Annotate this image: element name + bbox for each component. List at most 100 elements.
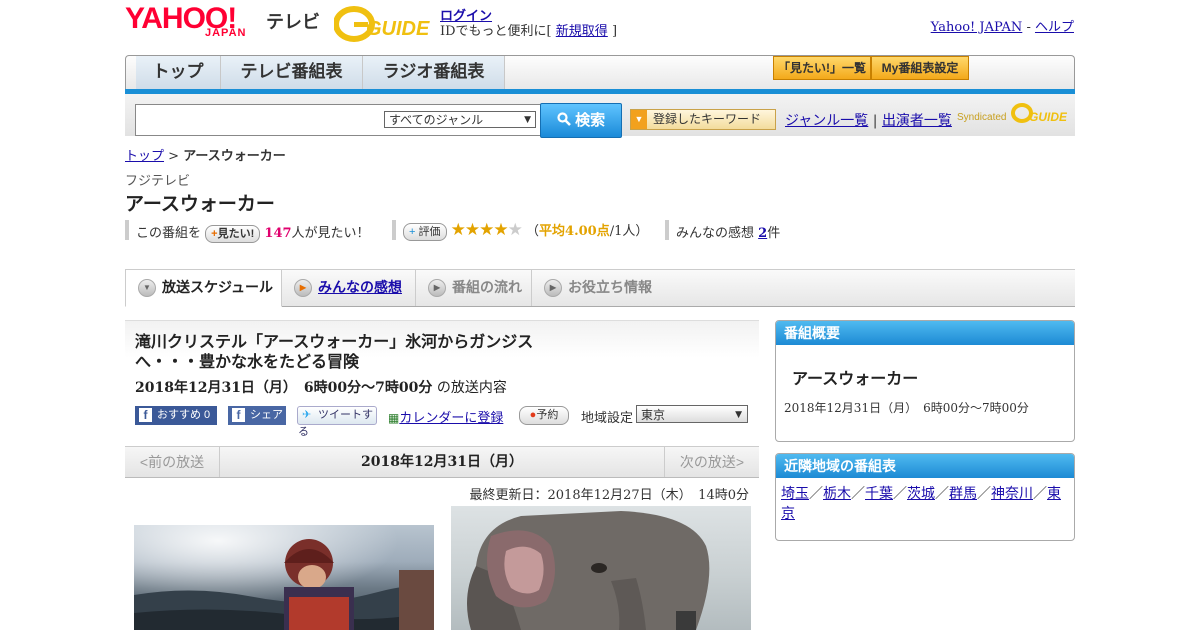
episode-date: 2018年12月31日（月） 6時00分～7時00分 の放送内容	[135, 377, 507, 397]
overview-time: 2018年12月31日（月） 6時00分～7時00分	[784, 401, 1029, 415]
nav-tab-tv-schedule[interactable]: テレビ番組表	[221, 56, 363, 90]
region-sep: ／	[893, 486, 907, 502]
star-empty-icon: ★	[507, 220, 523, 240]
search-links: ジャンル一覧 | 出演者一覧	[785, 110, 952, 130]
mitai-prefix: この番組を	[136, 226, 202, 241]
star-icon: ★	[479, 220, 494, 240]
region-sep: ／	[851, 486, 865, 502]
calendar-link[interactable]: カレンダーに登録	[399, 411, 503, 426]
breadcrumb-current: アースウォーカー	[183, 149, 286, 164]
login-sub-prefix: IDでもっと便利に[	[440, 24, 552, 39]
reserve-label: 予約	[536, 409, 559, 421]
genre-list-link[interactable]: ジャンル一覧	[785, 113, 868, 129]
tab-info-label: お役立ち情報	[568, 279, 652, 295]
program-tabs: ▼ 放送スケジュール ▶ みんなの感想 ▶ 番組の流れ ▶ お役立ち情報	[125, 269, 1075, 307]
cast-list-link[interactable]: 出演者一覧	[882, 113, 952, 129]
episode-date-suffix: の放送内容	[436, 380, 507, 396]
region-link-saitama[interactable]: 埼玉	[781, 486, 809, 502]
region-sep: ／	[809, 486, 823, 502]
region-select[interactable]: 東京 ▼	[636, 405, 748, 423]
header-links: Yahoo! JAPAN - ヘルプ	[931, 16, 1074, 35]
facebook-share-button[interactable]: f シェア	[228, 406, 286, 425]
social-row: f おすすめ 0 f シェア ✈ ツイートする ▦カレンダーに登録 ●予約 地域…	[135, 405, 755, 438]
registered-keyword-button[interactable]: ▼ 登録したキーワード	[630, 109, 776, 130]
region-link-ibaraki[interactable]: 茨城	[907, 486, 935, 502]
mitai-block: この番組を +見たい! 147人が見たい！	[136, 222, 370, 243]
breadcrumb-top-link[interactable]: トップ	[125, 149, 164, 164]
region-sep: ／	[1033, 486, 1047, 502]
overview-panel: 番組概要 アースウォーカー 2018年12月31日（月） 6時00分～7時00分	[775, 320, 1075, 442]
kansou-label: みんなの感想	[676, 226, 755, 241]
gguide-small-logo: GUIDE	[1011, 101, 1068, 125]
genre-select[interactable]: すべてのジャンル ▼	[384, 111, 536, 128]
rating-average: 平均4.00点	[539, 224, 610, 239]
rating-open: （	[526, 224, 540, 239]
search-button[interactable]: 検索	[540, 103, 622, 138]
divider	[665, 220, 669, 240]
region-select-value: 東京	[641, 408, 666, 422]
facebook-recommend-button[interactable]: f おすすめ 0	[135, 406, 217, 425]
facebook-share-label: シェア	[250, 409, 283, 421]
tv-label[interactable]: テレビ	[266, 8, 320, 34]
plus-icon: +	[409, 225, 416, 238]
nav-tab-top[interactable]: トップ	[136, 56, 221, 90]
region-link-gunma[interactable]: 群馬	[949, 486, 977, 502]
facebook-icon: f	[139, 408, 152, 422]
breadcrumb-sep: >	[168, 149, 180, 164]
nearby-panel: 近隣地域の番組表 埼玉／栃木／千葉／茨城／群馬／神奈川／東京	[775, 453, 1075, 541]
svg-text:GUIDE: GUIDE	[366, 18, 430, 40]
divider	[392, 220, 396, 240]
page-title: アースウォーカー	[125, 194, 275, 215]
region-link-kanagawa[interactable]: 神奈川	[991, 486, 1033, 502]
next-broadcast-link[interactable]: 次の放送>	[664, 447, 759, 477]
reserve-button[interactable]: ●予約	[519, 406, 569, 425]
region-link-chiba[interactable]: 千葉	[865, 486, 893, 502]
rating-close: ）	[635, 224, 649, 239]
tab-info[interactable]: ▶ お役立ち情報	[532, 270, 662, 306]
help-link[interactable]: ヘルプ	[1035, 20, 1074, 35]
nav-tab-radio-schedule[interactable]: ラジオ番組表	[363, 56, 505, 90]
overview-title: アースウォーカー	[792, 371, 919, 388]
broadcast-pager: <前の放送 2018年12月31日（月） 次の放送>	[125, 446, 759, 478]
star-icon: ★	[493, 220, 508, 240]
register-link[interactable]: 新規取得	[556, 24, 608, 39]
tab-schedule[interactable]: ▼ 放送スケジュール	[125, 269, 282, 307]
nearby-heading: 近隣地域の番組表	[776, 454, 1074, 478]
prev-broadcast-link[interactable]: <前の放送	[125, 447, 220, 477]
genre-select-value: すべてのジャンル	[389, 113, 484, 127]
mitai-count: 147	[264, 226, 292, 241]
yahoo-japan-logo-text: JAPAN	[205, 27, 247, 39]
yahoo-japan-link[interactable]: Yahoo! JAPAN	[931, 20, 1023, 35]
my-schedule-button[interactable]: My番組表設定	[871, 56, 969, 80]
rating-block: + 評価 ★★★★★ （平均4.00点/1人）	[403, 220, 648, 241]
star-icon: ★	[464, 220, 480, 240]
header-link-separator: -	[1026, 20, 1031, 35]
calendar-icon: ▦	[388, 411, 400, 425]
login-sub-suffix: ]	[611, 24, 618, 39]
evaluate-button[interactable]: + 評価	[403, 222, 447, 241]
episode-date-time: 2018年12月31日（月） 6時00分～7時00分	[135, 380, 433, 396]
registered-keyword-label: 登録したキーワード	[653, 112, 762, 126]
divider	[125, 220, 129, 240]
pager-current-date: 2018年12月31日（月）	[361, 454, 523, 470]
tab-flow[interactable]: ▶ 番組の流れ	[416, 270, 532, 306]
kansou-block: みんなの感想 2件	[676, 222, 780, 241]
facebook-recommend-label: おすすめ 0	[157, 409, 211, 421]
mitai-list-button[interactable]: 「見たい!」一覧	[773, 56, 871, 80]
mitai-button[interactable]: +見たい!	[205, 224, 261, 243]
gguide-logo[interactable]: GUIDE	[333, 4, 434, 42]
syndicated-label: Syndicated	[957, 112, 1007, 123]
station-name: フジテレビ	[125, 173, 191, 188]
episode-photo-rafting	[134, 525, 434, 630]
rating-count: /1人	[609, 224, 636, 239]
region-label: 地域設定	[581, 410, 634, 425]
kansou-count-link[interactable]: 2	[758, 226, 767, 241]
tab-kansou[interactable]: ▶ みんなの感想	[282, 270, 416, 306]
region-sep: ／	[935, 486, 949, 502]
tab-kansou-label[interactable]: みんなの感想	[318, 279, 402, 295]
region-link-tochigi[interactable]: 栃木	[823, 486, 851, 502]
play-arrow-icon: ▶	[544, 279, 562, 298]
evaluate-label: 評価	[418, 225, 441, 238]
chevron-down-icon: ▼	[524, 115, 531, 125]
tweet-button[interactable]: ✈ ツイートする	[297, 406, 377, 438]
